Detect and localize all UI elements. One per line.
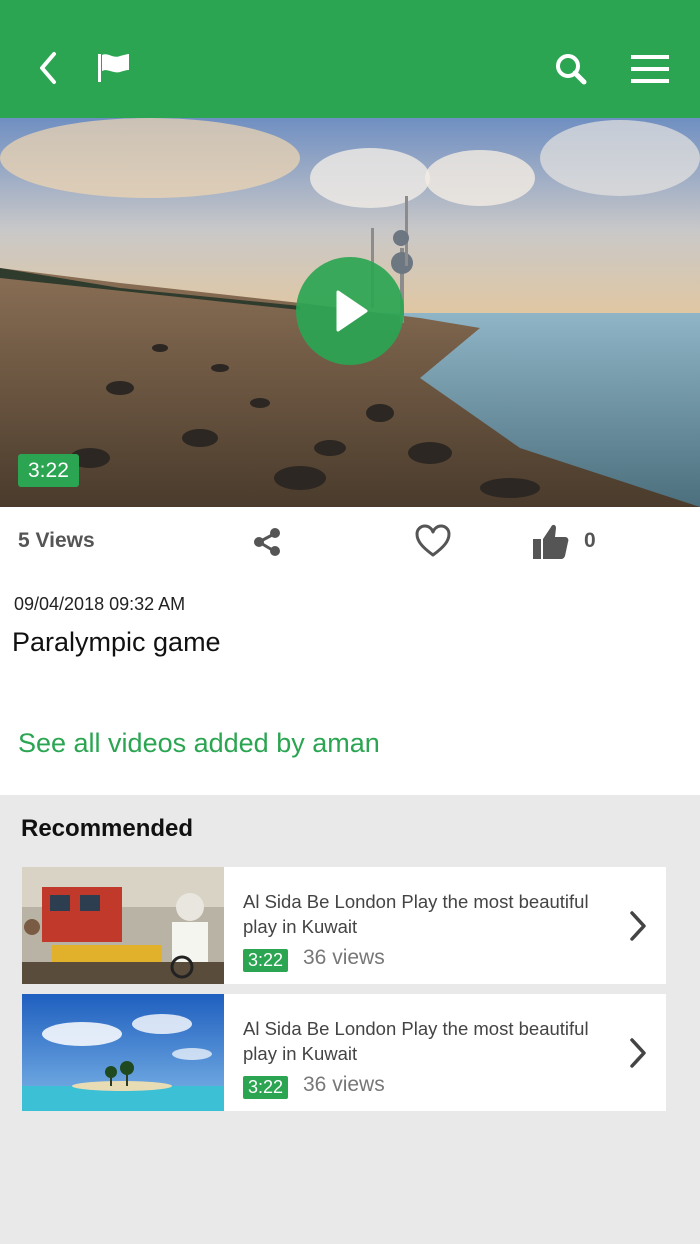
play-icon [336,290,368,332]
recommended-section: Recommended Al Sida Be London Play the m… [0,795,700,1244]
recommended-heading: Recommended [21,815,194,842]
chevron-right-icon [630,1038,646,1068]
recommended-view-count: 36 views [303,1073,385,1096]
recommended-item[interactable]: Al Sida Be London Play the most beautifu… [22,867,666,984]
play-button[interactable] [296,257,404,365]
post-date: 09/04/2018 09:32 AM [14,594,186,614]
menu-button[interactable] [630,54,670,84]
chevron-right-icon [630,911,646,941]
recommended-thumbnail [22,994,224,1111]
recommended-view-count: 36 views [303,946,385,969]
favorite-button[interactable] [414,523,452,559]
share-button[interactable] [250,525,284,559]
thumbs-up-icon [533,524,569,559]
like-button[interactable] [530,521,572,563]
flag-icon [98,54,129,82]
recommended-item[interactable]: Al Sida Be London Play the most beautifu… [22,994,666,1111]
video-stats-bar: 5 Views 0 [0,507,700,579]
back-icon [40,52,56,84]
back-button[interactable] [34,48,64,88]
recommended-thumbnail [22,867,224,984]
see-all-videos-link[interactable]: See all videos added by aman [18,728,380,759]
like-count: 0 [584,529,596,552]
video-duration-badge: 3:22 [18,454,79,487]
hamburger-menu-icon [631,55,669,83]
video-title: Paralympic game [12,627,221,657]
recommended-item-title: Al Sida Be London Play the most beautifu… [243,891,589,937]
flag-button[interactable] [96,50,132,86]
search-button[interactable] [554,52,588,86]
share-icon [254,528,280,556]
view-count: 5 Views [18,529,95,552]
video-player[interactable]: 3:22 [0,118,700,507]
heart-icon [415,524,451,557]
recommended-duration-badge: 3:22 [243,1076,289,1099]
recommended-duration-badge: 3:22 [243,949,289,972]
recommended-item-title: Al Sida Be London Play the most beautifu… [243,1018,589,1064]
top-app-bar [0,0,700,118]
search-icon [556,54,587,85]
